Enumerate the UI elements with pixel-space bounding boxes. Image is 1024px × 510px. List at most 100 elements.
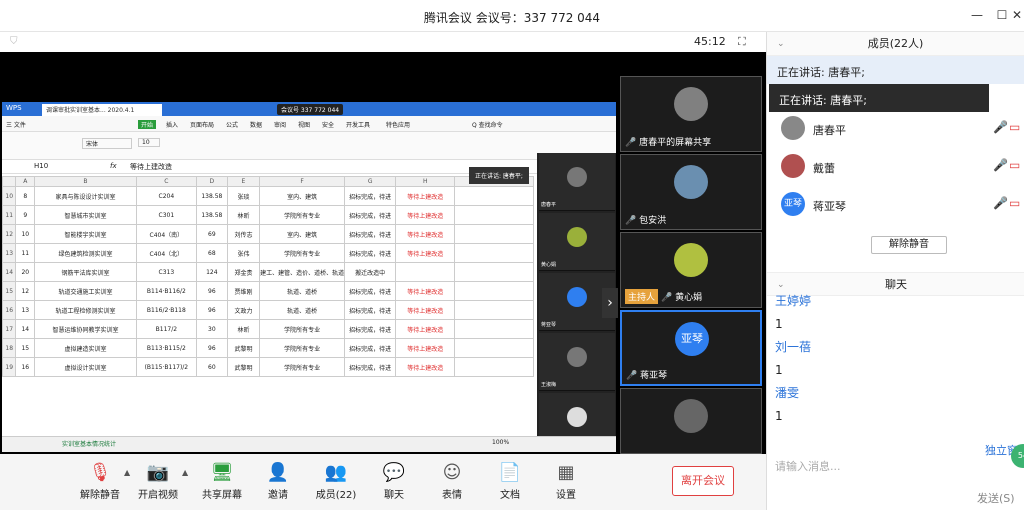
table-cell[interactable]: 招标完成，待进 <box>344 224 397 244</box>
table-cell[interactable]: 刘传志 <box>226 224 261 244</box>
unmute-button[interactable]: 🎙 解除静音 <box>70 460 130 501</box>
table-cell[interactable]: 武黎明 <box>226 338 261 358</box>
table-cell[interactable]: 招标完成，待进 <box>344 243 397 263</box>
table-cell[interactable]: 招标完成，待进 <box>344 319 397 339</box>
table-cell[interactable]: 等待上建改造 <box>395 319 456 339</box>
table-cell[interactable]: 96 <box>195 338 228 358</box>
table-cell[interactable]: 96 <box>195 281 228 301</box>
table-cell[interactable] <box>454 300 534 320</box>
close-icon[interactable]: ✕ <box>1008 8 1024 22</box>
table-cell[interactable]: 武黎明 <box>226 357 261 377</box>
table-cell[interactable]: 等待上建改造 <box>395 338 456 358</box>
table-cell[interactable]: 60 <box>195 357 228 377</box>
table-cell[interactable]: 学院所有专业 <box>259 357 346 377</box>
member-row[interactable]: 亚琴 蒋亚琴 🎤 ▭ <box>767 186 1024 224</box>
table-cell[interactable]: 林昕 <box>226 319 261 339</box>
start-video-button[interactable]: 📷 开启视频 <box>128 460 188 501</box>
table-cell[interactable]: 68 <box>195 243 228 263</box>
table-cell[interactable]: 招标完成，待进 <box>344 205 397 225</box>
table-cell[interactable] <box>454 357 534 377</box>
member-row[interactable]: 唐春平 🎤 ▭ <box>767 110 1024 148</box>
settings-button[interactable]: ▦ 设置 <box>536 460 596 501</box>
table-cell[interactable]: 招标完成，待进 <box>344 186 397 206</box>
send-button[interactable]: 发送(S) <box>977 490 1015 506</box>
table-cell[interactable]: 张琰 <box>226 186 261 206</box>
table-cell[interactable]: C404（北） <box>135 243 197 263</box>
table-cell[interactable]: 15 <box>2 281 17 301</box>
table-cell[interactable]: (B115·B117)/2 <box>135 357 197 377</box>
table-cell[interactable]: 文政力 <box>226 300 261 320</box>
members-button[interactable]: 👥 成员(22) <box>306 460 366 501</box>
table-cell[interactable]: 学院所有专业 <box>259 205 346 225</box>
table-cell[interactable]: 19 <box>2 357 17 377</box>
members-header[interactable]: ⌄ 成员(22人) <box>767 32 1024 56</box>
table-cell[interactable] <box>454 224 534 244</box>
table-cell[interactable]: 96 <box>195 300 228 320</box>
table-cell[interactable]: 等待上建改造 <box>395 243 456 263</box>
shield-icon[interactable]: ⛉ <box>10 36 22 48</box>
table-cell[interactable]: 30 <box>195 319 228 339</box>
table-cell[interactable]: 138.58 <box>195 205 228 225</box>
minimize-icon[interactable]: — <box>968 8 986 22</box>
table-cell[interactable]: 轨道工程检修测实训室 <box>34 300 137 320</box>
invite-button[interactable]: 👤 邀请 <box>248 460 308 501</box>
table-cell[interactable]: B114·B116/2 <box>135 281 197 301</box>
table-cell[interactable]: 9 <box>15 205 36 225</box>
table-cell[interactable]: 招标完成，待进 <box>344 281 397 301</box>
table-cell[interactable]: 绿色建筑检测实训室 <box>34 243 137 263</box>
table-cell[interactable]: 69 <box>195 224 228 244</box>
table-cell[interactable]: 家具与陈设设计实训室 <box>34 186 137 206</box>
caret-up-icon[interactable]: ▲ <box>182 468 188 477</box>
chat-button[interactable]: 💬 聊天 <box>364 460 424 501</box>
table-cell[interactable]: C204 <box>135 186 197 206</box>
table-cell[interactable]: 14 <box>15 319 36 339</box>
table-cell[interactable]: 招标完成，待进 <box>344 300 397 320</box>
table-cell[interactable]: 室内、建筑 <box>259 186 346 206</box>
table-cell[interactable]: 智慧城市实训室 <box>34 205 137 225</box>
table-cell[interactable]: 124 <box>195 262 228 282</box>
table-cell[interactable] <box>454 205 534 225</box>
share-screen-button[interactable]: 🖥 共享屏幕 <box>192 460 252 501</box>
table-cell[interactable]: 智慧运维协同教学实训室 <box>34 319 137 339</box>
mic-icon[interactable]: 🎤 <box>993 120 1008 134</box>
table-cell[interactable] <box>454 319 534 339</box>
table-cell[interactable]: 等待上建改造 <box>395 205 456 225</box>
table-cell[interactable]: C313 <box>135 262 197 282</box>
table-cell[interactable]: 12 <box>15 281 36 301</box>
table-cell[interactable] <box>454 186 534 206</box>
leave-meeting-button[interactable]: 离开会议 <box>672 466 734 496</box>
table-cell[interactable]: 招标完成，待进 <box>344 357 397 377</box>
table-cell[interactable]: 16 <box>2 300 17 320</box>
table-cell[interactable]: 20 <box>15 262 36 282</box>
table-cell[interactable]: 等待上建改造 <box>395 281 456 301</box>
table-cell[interactable]: 虚拟设计实训室 <box>34 357 137 377</box>
table-cell[interactable]: 郑金贵 <box>226 262 261 282</box>
next-page-arrow[interactable]: › <box>602 288 618 318</box>
table-cell[interactable]: 林昕 <box>226 205 261 225</box>
table-cell[interactable]: 16 <box>15 357 36 377</box>
table-cell[interactable]: 建工、建管、造价、道桥、轨道 <box>259 262 346 282</box>
camera-off-icon[interactable]: ▭ <box>1009 158 1020 172</box>
table-cell[interactable]: 13 <box>15 300 36 320</box>
docs-button[interactable]: 📄 文档 <box>480 460 540 501</box>
table-cell[interactable]: 15 <box>15 338 36 358</box>
mic-muted-icon[interactable]: 🎤 <box>993 158 1008 172</box>
chat-input[interactable]: 请输入消息... <box>775 458 841 474</box>
camera-off-icon[interactable]: ▭ <box>1009 120 1020 134</box>
member-row[interactable]: 戴蕾 🎤 ▭ <box>767 148 1024 186</box>
table-cell[interactable]: 学院所有专业 <box>259 319 346 339</box>
table-cell[interactable]: 张伟 <box>226 243 261 263</box>
table-cell[interactable]: 轨道、道桥 <box>259 300 346 320</box>
table-cell[interactable] <box>454 281 534 301</box>
video-tile[interactable]: 亚琴 🎤 蒋亚琴 <box>620 310 762 386</box>
table-cell[interactable]: 等待上建改造 <box>395 224 456 244</box>
table-cell[interactable]: 11 <box>15 243 36 263</box>
table-cell[interactable]: B113·B115/2 <box>135 338 197 358</box>
emoji-button[interactable]: ☺ 表情 <box>422 460 482 501</box>
table-cell[interactable] <box>454 262 534 282</box>
table-cell[interactable]: 等待上建改造 <box>395 300 456 320</box>
table-cell[interactable]: 学院所有专业 <box>259 338 346 358</box>
table-cell[interactable]: 贾维刚 <box>226 281 261 301</box>
table-cell[interactable]: 10 <box>15 224 36 244</box>
table-cell[interactable]: 10 <box>2 186 17 206</box>
